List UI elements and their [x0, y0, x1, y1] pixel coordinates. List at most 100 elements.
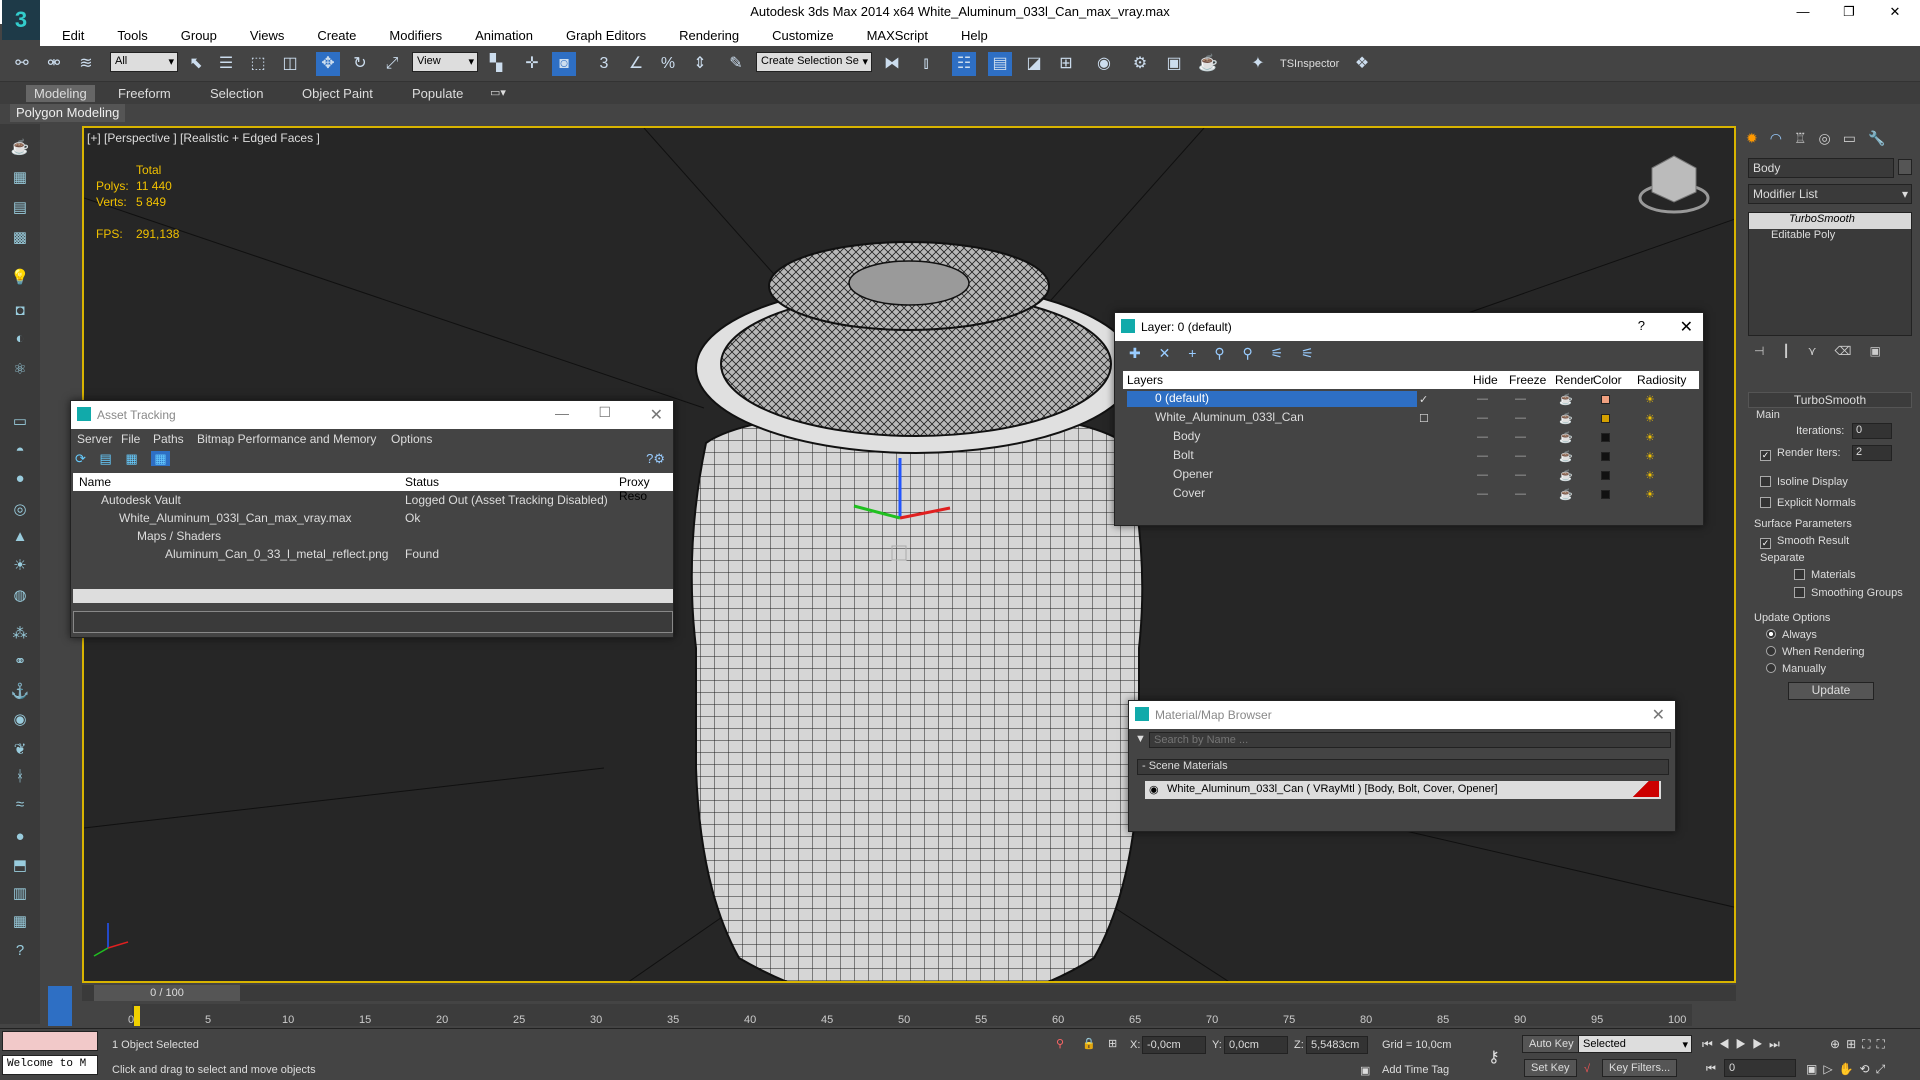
add-to-layer-icon[interactable]: +: [1188, 345, 1196, 361]
tab-populate[interactable]: Populate: [412, 86, 463, 101]
layer-icon[interactable]: ▦: [8, 168, 32, 190]
current-frame-field[interactable]: 0: [1724, 1059, 1796, 1077]
column-status[interactable]: Status: [405, 475, 439, 489]
help-button[interactable]: ?: [1638, 318, 1645, 333]
schematic-view-icon[interactable]: ⊞: [1054, 52, 1078, 76]
layer-freeze-toggle[interactable]: —: [1515, 450, 1526, 462]
layer-render-icon[interactable]: ☕: [1559, 393, 1573, 406]
close-button[interactable]: ✕: [650, 405, 663, 425]
track-bar[interactable]: 0 5 10 15 20 25 30 35 40 45 50 55 60 65 70 75 80 85 90 95 10…: [128, 1004, 1692, 1026]
absolute-mode-icon[interactable]: ⊞: [1108, 1037, 1117, 1050]
horizontal-scrollbar[interactable]: [73, 589, 673, 603]
layer-manager-titlebar[interactable]: Layer: 0 (default) ? ✕: [1115, 313, 1703, 341]
create-tab-icon[interactable]: ✹: [1746, 130, 1770, 146]
spinner-snap-icon[interactable]: ⇕: [688, 52, 712, 76]
update-button[interactable]: Update: [1788, 682, 1874, 700]
render-iters-spinner[interactable]: 2: [1852, 445, 1892, 461]
smoothing-groups-row[interactable]: Smoothing Groups: [1794, 587, 1903, 599]
make-unique-icon[interactable]: ⋎: [1808, 344, 1835, 358]
table-row[interactable]: White_Aluminum_033l_Can_max_vray.max Ok: [73, 511, 673, 527]
manually-row[interactable]: Manually: [1766, 663, 1826, 675]
detail-view-icon[interactable]: ▦: [125, 451, 137, 466]
menu-animation[interactable]: Animation: [453, 24, 544, 46]
layer-render-icon[interactable]: ☕: [1559, 431, 1573, 444]
key-mode-dropdown[interactable]: Selected ▾: [1578, 1035, 1692, 1053]
unlink-icon[interactable]: ⚮: [42, 52, 66, 76]
always-radio[interactable]: [1766, 629, 1776, 639]
rotate-icon[interactable]: ↻: [348, 52, 372, 76]
plant-icon[interactable]: ❦: [8, 740, 32, 762]
layer-color-swatch[interactable]: [1601, 452, 1610, 461]
layer-freeze-toggle[interactable]: —: [1515, 488, 1526, 500]
menu-customize[interactable]: Customize: [750, 24, 844, 46]
materials-checkbox[interactable]: [1794, 569, 1805, 580]
delete-layer-icon[interactable]: ✕: [1159, 345, 1171, 361]
rig-icon[interactable]: ⚓: [8, 682, 32, 704]
layer-color-swatch[interactable]: [1601, 433, 1610, 442]
select-by-name-icon[interactable]: ☰: [214, 52, 238, 76]
layer-current-toggle[interactable]: ✓: [1419, 393, 1428, 406]
stack-item-turbosmooth[interactable]: TurboSmooth: [1749, 213, 1911, 229]
percent-snap-icon[interactable]: %: [656, 52, 680, 76]
select-object-icon[interactable]: ⬉: [184, 52, 208, 76]
explicit-normals-checkbox[interactable]: [1760, 497, 1771, 508]
remove-modifier-icon[interactable]: ⌫: [1834, 344, 1869, 358]
layer-render-icon[interactable]: ☕: [1559, 488, 1573, 501]
asset-tracking-titlebar[interactable]: Asset Tracking — ☐ ✕: [71, 401, 673, 429]
tab-object-paint[interactable]: Object Paint: [302, 86, 373, 101]
render-iters-row[interactable]: ✓ Render Iters:: [1760, 447, 1841, 461]
named-selection-set-select[interactable]: Create Selection Se: [756, 52, 872, 72]
hierarchy-tab-icon[interactable]: ♖: [1794, 130, 1819, 146]
render-production-icon[interactable]: ☕: [1196, 52, 1220, 76]
layer-row[interactable]: White_Aluminum_033l_Can: [1127, 410, 1417, 426]
ribbon-options-icon[interactable]: ▭▾: [490, 86, 506, 99]
render-setup-icon[interactable]: ⚙: [1128, 52, 1152, 76]
menu-edit[interactable]: Edit: [40, 24, 95, 46]
table-row[interactable]: Maps / Shaders: [73, 529, 673, 545]
show-end-result-icon[interactable]: ┃: [1782, 344, 1807, 358]
browser-options-icon[interactable]: ▼: [1135, 733, 1146, 745]
table-view-icon[interactable]: ▦: [151, 451, 170, 466]
menu-bitmap-performance[interactable]: Bitmap Performance and Memory: [197, 432, 376, 446]
link-icon[interactable]: ⚯: [10, 52, 34, 76]
isolate-icon[interactable]: ⚲: [1056, 1037, 1064, 1050]
time-slider-track[interactable]: [82, 985, 1736, 1001]
minimize-button[interactable]: —: [1780, 0, 1826, 24]
maximize-button[interactable]: ☐: [598, 404, 611, 421]
layer-hide-toggle[interactable]: —: [1477, 431, 1488, 443]
menu-maxscript[interactable]: MAXScript: [845, 24, 939, 46]
table-row[interactable]: Autodesk Vault Logged Out (Asset Trackin…: [73, 493, 673, 509]
gold-sphere-icon[interactable]: ◍: [8, 586, 32, 608]
zoom-all-icon[interactable]: ⊞: [1846, 1037, 1862, 1051]
layer-color-swatch[interactable]: [1601, 395, 1610, 404]
zoom-extents-icon[interactable]: ⛶: [1862, 1037, 1876, 1051]
keyboard-shortcut-override-icon[interactable]: ◙: [552, 52, 576, 76]
modifier-list-dropdown[interactable]: Modifier List ▾: [1748, 184, 1912, 204]
layer-row[interactable]: Bolt: [1127, 448, 1417, 464]
cone-icon[interactable]: ▲: [8, 528, 32, 550]
layer-render-icon[interactable]: ☕: [1559, 450, 1573, 463]
window-crossing-icon[interactable]: ◫: [278, 52, 302, 76]
edit-named-selection-icon[interactable]: ✎: [724, 52, 748, 76]
column-freeze[interactable]: Freeze: [1509, 373, 1546, 387]
display-tab-icon[interactable]: ▭: [1843, 130, 1868, 146]
manually-radio[interactable]: [1766, 663, 1776, 673]
highlight-layer-icon[interactable]: ⚲: [1242, 345, 1252, 361]
previous-frame-icon[interactable]: ◀: [1719, 1037, 1736, 1051]
plugin-icon[interactable]: ❖: [1350, 52, 1374, 76]
menu-group[interactable]: Group: [159, 24, 228, 46]
orbit-icon[interactable]: ⟲: [1860, 1062, 1876, 1076]
layer-radiosity-icon[interactable]: ☀: [1645, 431, 1655, 444]
script-icon[interactable]: ▦: [8, 912, 32, 934]
object-color-swatch[interactable]: [1898, 159, 1912, 175]
material-item[interactable]: White_Aluminum_033l_Can ( VRayMtl ) [Bod…: [1145, 781, 1661, 799]
light-icon[interactable]: 💡: [8, 268, 32, 290]
menu-paths[interactable]: Paths: [153, 432, 184, 446]
y-coordinate-field[interactable]: 0,0cm: [1224, 1036, 1288, 1054]
column-radiosity[interactable]: Radiosity: [1637, 373, 1686, 387]
particles-icon[interactable]: ⁂: [8, 624, 32, 646]
menu-help[interactable]: Help: [939, 24, 999, 46]
selection-filter-select[interactable]: All: [110, 52, 178, 72]
turbosmooth-rollout[interactable]: TurboSmooth: [1748, 392, 1912, 408]
next-frame-icon[interactable]: ▶: [1752, 1037, 1769, 1051]
